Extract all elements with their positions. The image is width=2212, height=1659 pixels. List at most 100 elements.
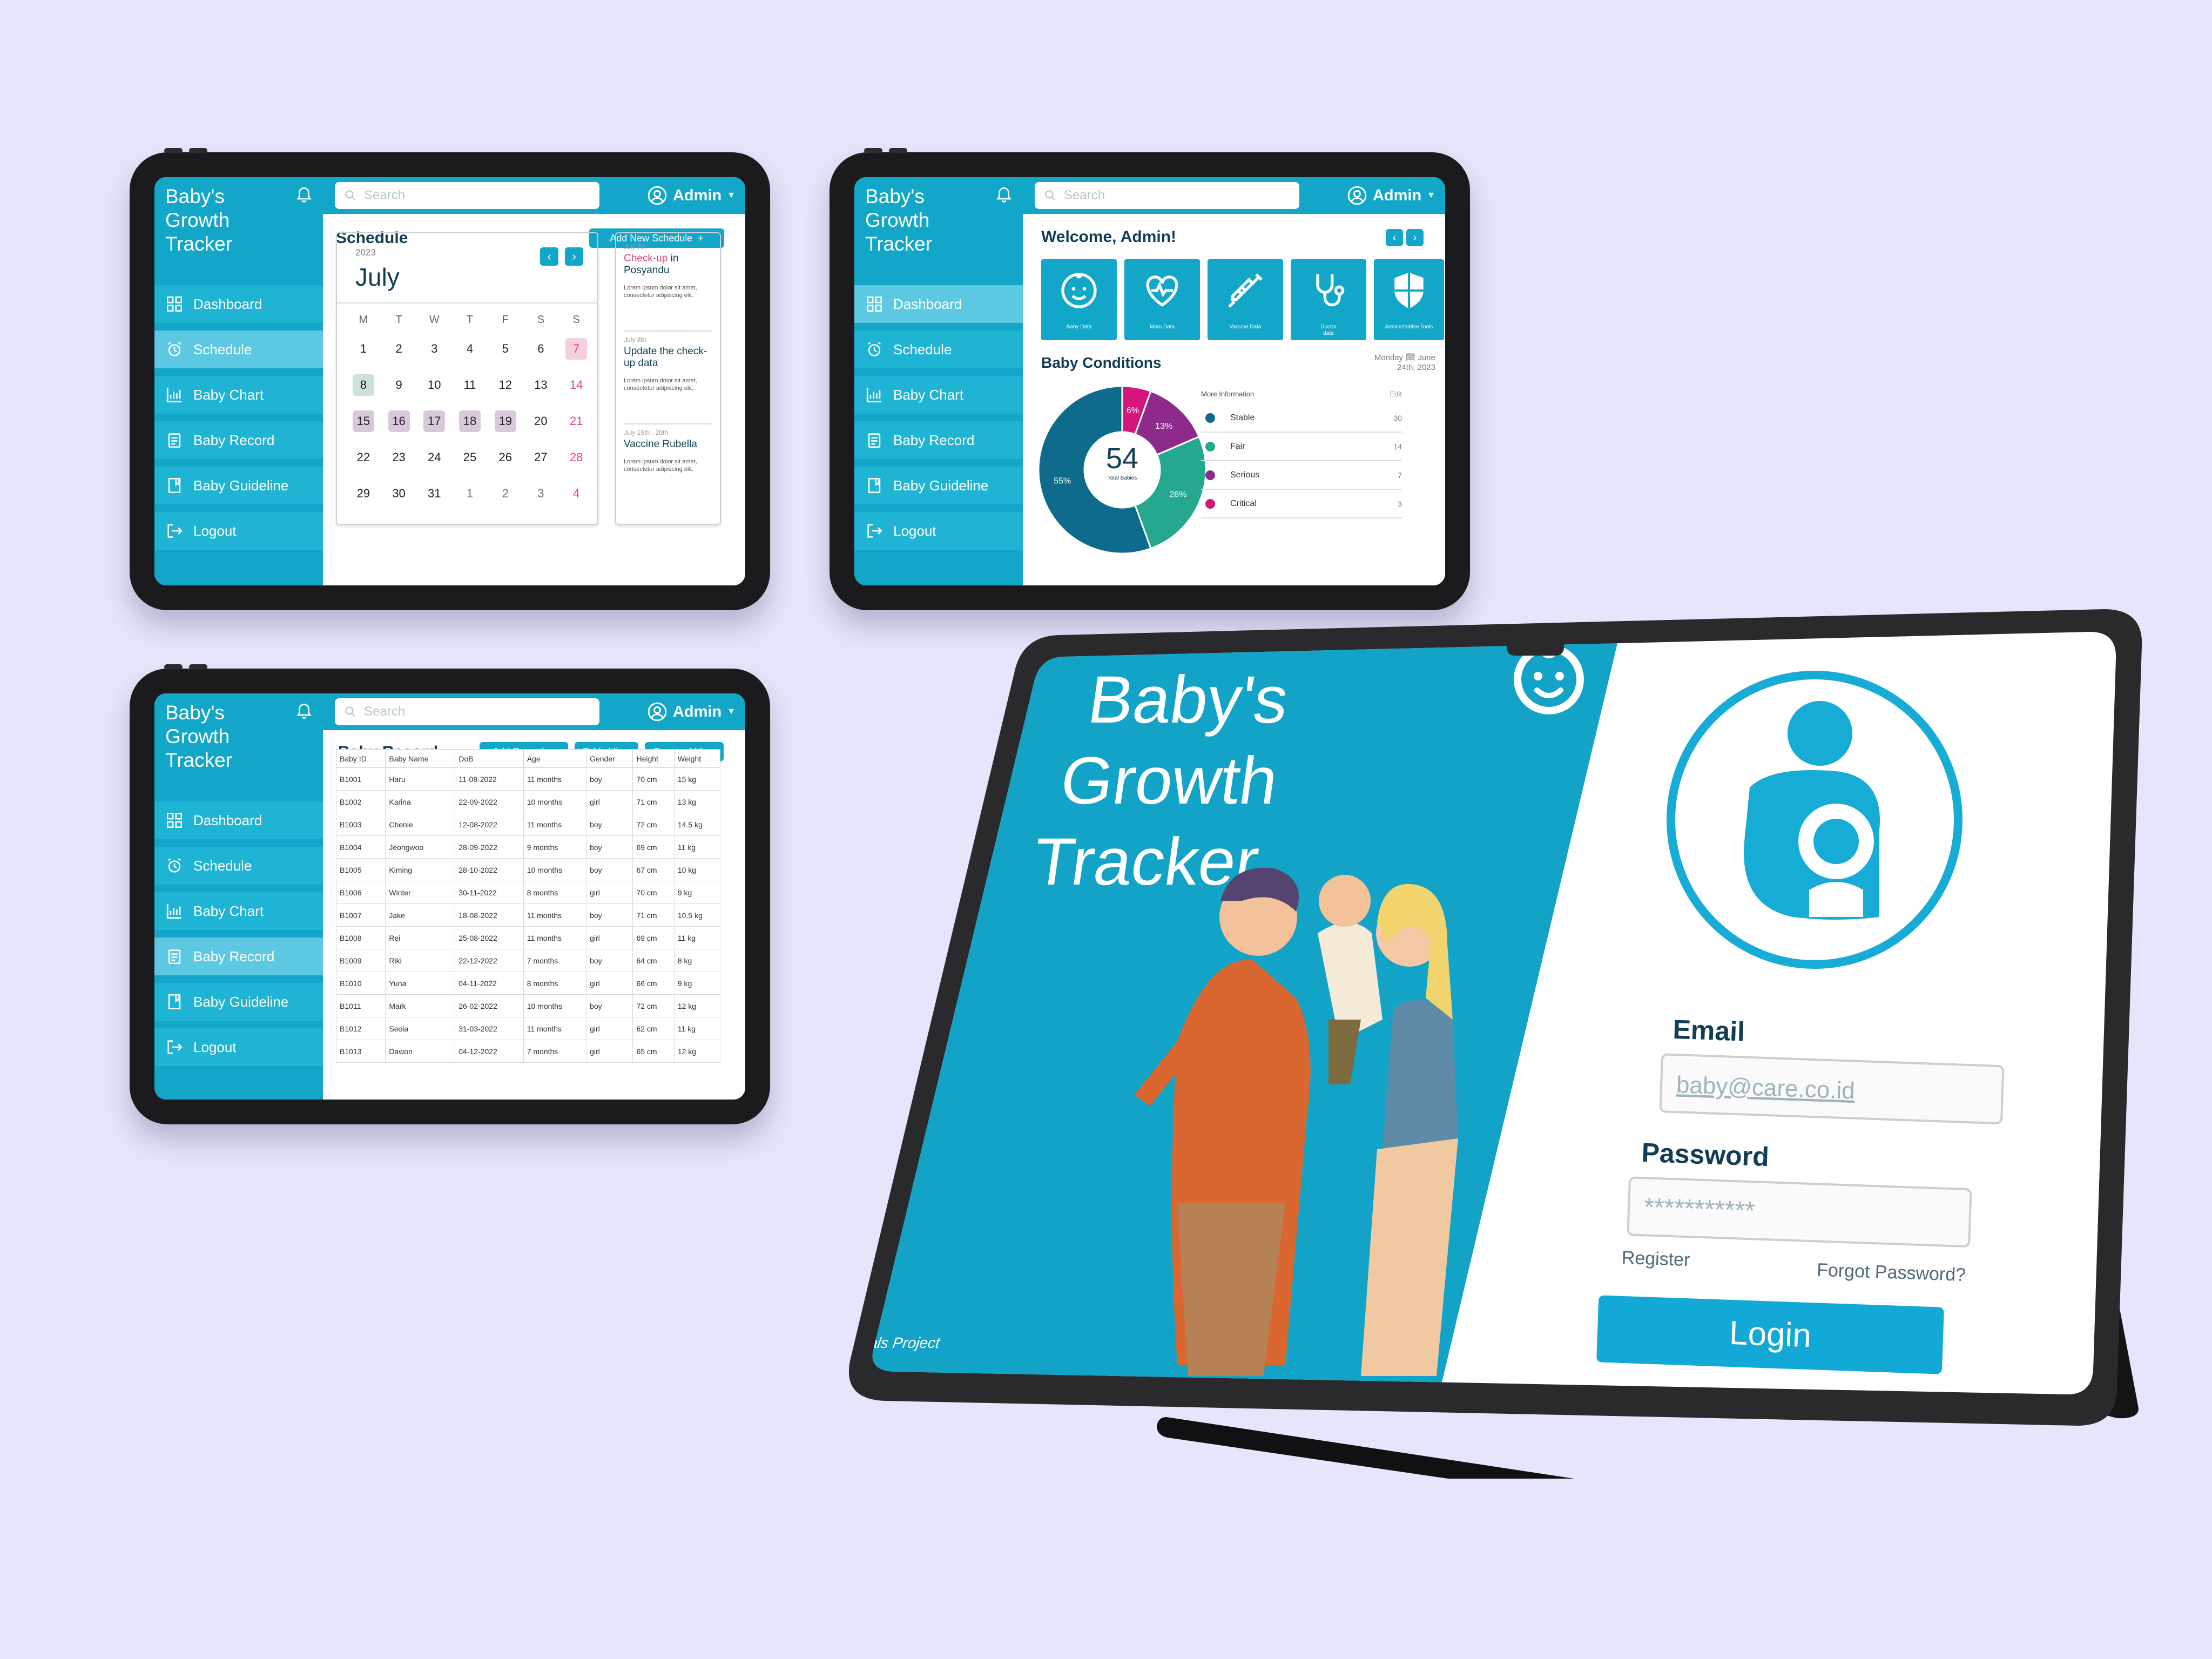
calendar-day[interactable]: 9	[381, 367, 417, 403]
table-row[interactable]: B1003 Chenle 12-08-2022 11 months boy 72 cm 14…	[335, 813, 721, 836]
table-row[interactable]: B1008 Rei 25-08-2022 11 months girl 69 cm 11 k…	[335, 926, 721, 949]
sidebar-item-baby-record[interactable]: Baby Record	[854, 421, 1023, 459]
search-input[interactable]: Search	[1035, 182, 1299, 209]
column-header[interactable]: Baby ID	[335, 749, 386, 768]
table-row[interactable]: B1010 Yuna 04-11-2022 8 months girl 66 cm 9 kg	[335, 972, 721, 995]
event-item[interactable]: July 8th Update the check-up data Lorem ip…	[624, 332, 712, 424]
sidebar-item-baby-guideline[interactable]: Baby Guideline	[854, 467, 1023, 504]
next-month-button[interactable]: ›	[565, 247, 583, 266]
admin-menu[interactable]: Admin ▼	[1347, 185, 1435, 206]
calendar-day[interactable]: 23	[381, 439, 417, 475]
table-row[interactable]: B1011 Mark 26-02-2022 10 months boy 72 cm 12 k…	[335, 994, 721, 1017]
register-link[interactable]: Register	[1621, 1247, 1690, 1270]
table-row[interactable]: B1007 Jake 18-08-2022 11 months boy 71 cm 10.5…	[335, 903, 721, 927]
calendar-day[interactable]: 14	[558, 367, 594, 403]
table-cell: 11 kg	[673, 835, 721, 859]
calendar-day[interactable]: 13	[523, 367, 559, 403]
calendar-day[interactable]: 25	[452, 439, 488, 475]
calendar-day[interactable]: 10	[416, 367, 452, 403]
column-header[interactable]: Baby Name	[385, 749, 456, 768]
calendar-day[interactable]: 3	[523, 475, 559, 511]
sidebar-item-logout[interactable]: Logout	[154, 1028, 323, 1066]
calendar-day[interactable]: 29	[346, 475, 381, 511]
calendar-day[interactable]: 6	[523, 331, 559, 367]
sidebar-item-baby-guideline[interactable]: Baby Guideline	[154, 467, 323, 504]
calendar-day[interactable]: 31	[416, 475, 452, 511]
event-body: Lorem ipsum dolor sit amet, consectetur …	[624, 377, 697, 392]
bell-icon[interactable]	[295, 701, 313, 721]
table-row[interactable]: B1005 Kiming 28-10-2022 10 months boy 67 cm 10…	[335, 858, 721, 881]
prev-month-button[interactable]: ‹	[540, 247, 558, 266]
search-input[interactable]: Search	[335, 698, 599, 725]
sidebar-item-baby-chart[interactable]: Baby Chart	[854, 376, 1023, 414]
sidebar-item-baby-chart[interactable]: Baby Chart	[154, 892, 323, 930]
sidebar-item-dashboard[interactable]: Dashboard	[154, 285, 323, 323]
calendar-day[interactable]: 22	[346, 439, 381, 475]
column-header[interactable]: DoB	[455, 749, 524, 768]
calendar-day[interactable]: 7	[558, 331, 594, 367]
sidebar-item-dashboard[interactable]: Dashboard	[854, 285, 1023, 323]
calendar-day[interactable]: 20	[523, 403, 559, 439]
sidebar-item-logout[interactable]: Logout	[154, 512, 323, 550]
sidebar-item-dashboard[interactable]: Dashboard	[154, 801, 323, 839]
search-input[interactable]: Search	[335, 182, 599, 209]
calendar-day[interactable]: 1	[346, 331, 381, 367]
sidebar-item-baby-chart[interactable]: Baby Chart	[154, 376, 323, 414]
admin-menu[interactable]: Admin ▼	[647, 185, 736, 206]
column-header[interactable]: Gender	[586, 749, 633, 768]
calendar-day[interactable]: 11	[452, 367, 488, 403]
tile-vaccine-data[interactable]: Vaccine Data	[1208, 259, 1283, 340]
calendar-day[interactable]: 12	[488, 367, 523, 403]
table-cell: 31-03-2022	[455, 1017, 524, 1040]
sidebar-item-baby-guideline[interactable]: Baby Guideline	[154, 983, 323, 1021]
event-item[interactable]: July 7th Check-up in Posyandu Lorem ipsum …	[624, 239, 712, 332]
admin-menu[interactable]: Admin ▼	[647, 702, 736, 722]
calendar-day[interactable]: 16	[381, 403, 417, 439]
table-row[interactable]: B1004 Jeongwoo 28-09-2022 9 months boy 69 cm 1…	[335, 835, 721, 859]
sidebar-item-baby-record[interactable]: Baby Record	[154, 421, 323, 459]
table-row[interactable]: B1006 Winter 30-11-2022 8 months girl 70 cm 9 …	[335, 881, 721, 904]
calendar-day[interactable]: 17	[416, 403, 452, 439]
tile-doctor-data[interactable]: Doctor data	[1291, 259, 1366, 340]
bell-icon[interactable]	[295, 185, 313, 205]
tile-baby-data[interactable]: Baby Data	[1041, 259, 1117, 340]
calendar-day[interactable]: 4	[558, 475, 594, 511]
calendar-day[interactable]: 4	[452, 331, 488, 367]
sidebar-item-schedule[interactable]: Schedule	[154, 847, 323, 885]
tile-mom-data[interactable]: Mom Data	[1124, 259, 1200, 340]
column-header[interactable]: Age	[523, 749, 587, 768]
table-row[interactable]: B1009 Riki 22-12-2022 7 months boy 64 cm 8 kg	[335, 949, 721, 972]
sidebar-item-schedule[interactable]: Schedule	[154, 331, 323, 368]
table-row[interactable]: B1001 Haru 11-08-2022 11 months boy 70 cm 15 k…	[335, 767, 721, 791]
sidebar-item-schedule[interactable]: Schedule	[854, 331, 1023, 368]
calendar-day[interactable]: 8	[346, 367, 381, 403]
calendar-day[interactable]: 30	[381, 475, 417, 511]
table-row[interactable]: B1002 Karina 22-09-2022 10 months girl 71 cm 1…	[335, 790, 721, 813]
prev-button[interactable]: ‹	[1386, 229, 1403, 246]
calendar-day[interactable]: 26	[488, 439, 523, 475]
sidebar-item-baby-record[interactable]: Baby Record	[154, 938, 323, 975]
calendar-day[interactable]: 24	[416, 439, 452, 475]
sidebar-item-label: Schedule	[193, 341, 252, 358]
calendar-day[interactable]: 15	[346, 403, 381, 439]
calendar-day[interactable]: 27	[523, 439, 559, 475]
calendar-day[interactable]: 2	[488, 475, 523, 511]
sidebar-item-logout[interactable]: Logout	[854, 512, 1023, 550]
calendar-day[interactable]: 19	[488, 403, 523, 439]
column-header[interactable]: Weight	[673, 749, 721, 768]
table-row[interactable]: B1012 Seola 31-03-2022 11 months girl 62 cm 11…	[335, 1017, 721, 1040]
bell-icon[interactable]	[995, 185, 1013, 205]
calendar-day[interactable]: 2	[381, 331, 417, 367]
calendar-day[interactable]: 18	[452, 403, 488, 439]
event-item[interactable]: July 15th - 20th Vaccine Rubella Lorem ips…	[624, 424, 712, 517]
table-row[interactable]: B1013 Dawon 04-12-2022 7 months girl 65 cm 12 …	[335, 1040, 721, 1063]
calendar-day[interactable]: 28	[558, 439, 594, 475]
tile-administrative-tools[interactable]: Administrative Tools	[1374, 259, 1444, 340]
calendar-day[interactable]: 5	[488, 331, 523, 367]
calendar-day[interactable]: 21	[558, 403, 594, 439]
calendar-day[interactable]: 3	[416, 331, 452, 367]
next-button[interactable]: ›	[1406, 229, 1424, 246]
column-header[interactable]: Height	[632, 749, 675, 768]
calendar-day[interactable]: 1	[452, 475, 488, 511]
edit-link[interactable]: Edit	[1390, 390, 1402, 398]
